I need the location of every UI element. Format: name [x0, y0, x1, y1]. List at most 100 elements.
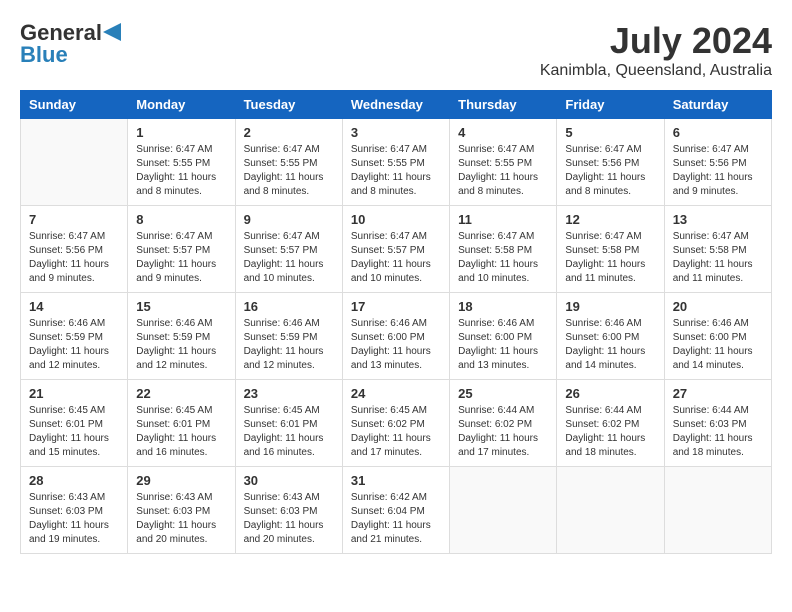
day-number: 1 [136, 125, 226, 140]
day-info: Sunrise: 6:47 AM Sunset: 5:57 PM Dayligh… [351, 230, 441, 286]
logo-arrow-icon [103, 23, 121, 41]
day-info: Sunrise: 6:43 AM Sunset: 6:03 PM Dayligh… [244, 491, 334, 547]
day-number: 28 [29, 473, 119, 488]
daylight-text: Daylight: 11 hours and 11 minutes. [673, 258, 763, 286]
day-info: Sunrise: 6:47 AM Sunset: 5:55 PM Dayligh… [351, 143, 441, 199]
day-number: 29 [136, 473, 226, 488]
sunrise-text: Sunrise: 6:46 AM [458, 317, 548, 331]
sunset-text: Sunset: 5:56 PM [673, 157, 763, 171]
day-info: Sunrise: 6:47 AM Sunset: 5:58 PM Dayligh… [565, 230, 655, 286]
calendar-header-wednesday: Wednesday [342, 91, 449, 119]
day-number: 17 [351, 299, 441, 314]
day-info: Sunrise: 6:46 AM Sunset: 6:00 PM Dayligh… [458, 317, 548, 373]
daylight-text: Daylight: 11 hours and 9 minutes. [673, 171, 763, 199]
calendar-header-tuesday: Tuesday [235, 91, 342, 119]
daylight-text: Daylight: 11 hours and 13 minutes. [458, 345, 548, 373]
sunset-text: Sunset: 5:55 PM [136, 157, 226, 171]
sunset-text: Sunset: 5:55 PM [458, 157, 548, 171]
daylight-text: Daylight: 11 hours and 8 minutes. [565, 171, 655, 199]
sunset-text: Sunset: 5:56 PM [29, 244, 119, 258]
sunrise-text: Sunrise: 6:47 AM [673, 143, 763, 157]
sunset-text: Sunset: 6:02 PM [565, 418, 655, 432]
sunrise-text: Sunrise: 6:47 AM [565, 143, 655, 157]
day-info: Sunrise: 6:47 AM Sunset: 5:55 PM Dayligh… [244, 143, 334, 199]
daylight-text: Daylight: 11 hours and 18 minutes. [565, 432, 655, 460]
daylight-text: Daylight: 11 hours and 9 minutes. [136, 258, 226, 286]
sunset-text: Sunset: 6:03 PM [244, 505, 334, 519]
day-info: Sunrise: 6:46 AM Sunset: 5:59 PM Dayligh… [29, 317, 119, 373]
sunrise-text: Sunrise: 6:46 AM [29, 317, 119, 331]
calendar-week-row-5: 28 Sunrise: 6:43 AM Sunset: 6:03 PM Dayl… [21, 467, 772, 554]
day-info: Sunrise: 6:42 AM Sunset: 6:04 PM Dayligh… [351, 491, 441, 547]
day-number: 2 [244, 125, 334, 140]
sunrise-text: Sunrise: 6:45 AM [136, 404, 226, 418]
sunset-text: Sunset: 6:00 PM [458, 331, 548, 345]
day-number: 24 [351, 386, 441, 401]
day-number: 11 [458, 212, 548, 227]
daylight-text: Daylight: 11 hours and 8 minutes. [351, 171, 441, 199]
day-number: 23 [244, 386, 334, 401]
sunset-text: Sunset: 6:02 PM [351, 418, 441, 432]
daylight-text: Daylight: 11 hours and 12 minutes. [136, 345, 226, 373]
sunrise-text: Sunrise: 6:46 AM [565, 317, 655, 331]
sunrise-text: Sunrise: 6:47 AM [673, 230, 763, 244]
sunrise-text: Sunrise: 6:47 AM [351, 143, 441, 157]
day-info: Sunrise: 6:45 AM Sunset: 6:01 PM Dayligh… [136, 404, 226, 460]
daylight-text: Daylight: 11 hours and 18 minutes. [673, 432, 763, 460]
day-info: Sunrise: 6:44 AM Sunset: 6:02 PM Dayligh… [458, 404, 548, 460]
calendar-week-row-4: 21 Sunrise: 6:45 AM Sunset: 6:01 PM Dayl… [21, 380, 772, 467]
calendar-cell [557, 467, 664, 554]
day-number: 22 [136, 386, 226, 401]
daylight-text: Daylight: 11 hours and 17 minutes. [351, 432, 441, 460]
sunrise-text: Sunrise: 6:43 AM [244, 491, 334, 505]
main-title: July 2024 [540, 20, 772, 62]
calendar-cell: 17 Sunrise: 6:46 AM Sunset: 6:00 PM Dayl… [342, 293, 449, 380]
day-number: 20 [673, 299, 763, 314]
calendar-table: SundayMondayTuesdayWednesdayThursdayFrid… [20, 90, 772, 554]
day-info: Sunrise: 6:46 AM Sunset: 6:00 PM Dayligh… [673, 317, 763, 373]
calendar-week-row-2: 7 Sunrise: 6:47 AM Sunset: 5:56 PM Dayli… [21, 206, 772, 293]
sunrise-text: Sunrise: 6:44 AM [565, 404, 655, 418]
calendar-header-thursday: Thursday [450, 91, 557, 119]
calendar-header-friday: Friday [557, 91, 664, 119]
daylight-text: Daylight: 11 hours and 14 minutes. [673, 345, 763, 373]
day-info: Sunrise: 6:47 AM Sunset: 5:55 PM Dayligh… [136, 143, 226, 199]
day-info: Sunrise: 6:47 AM Sunset: 5:57 PM Dayligh… [136, 230, 226, 286]
sunset-text: Sunset: 5:55 PM [351, 157, 441, 171]
day-number: 5 [565, 125, 655, 140]
daylight-text: Daylight: 11 hours and 16 minutes. [244, 432, 334, 460]
calendar-cell: 8 Sunrise: 6:47 AM Sunset: 5:57 PM Dayli… [128, 206, 235, 293]
sunrise-text: Sunrise: 6:47 AM [458, 143, 548, 157]
sunrise-text: Sunrise: 6:44 AM [673, 404, 763, 418]
sunrise-text: Sunrise: 6:46 AM [244, 317, 334, 331]
daylight-text: Daylight: 11 hours and 8 minutes. [136, 171, 226, 199]
calendar-cell: 4 Sunrise: 6:47 AM Sunset: 5:55 PM Dayli… [450, 119, 557, 206]
sunrise-text: Sunrise: 6:47 AM [136, 143, 226, 157]
day-number: 3 [351, 125, 441, 140]
day-info: Sunrise: 6:45 AM Sunset: 6:01 PM Dayligh… [244, 404, 334, 460]
daylight-text: Daylight: 11 hours and 14 minutes. [565, 345, 655, 373]
calendar-cell: 11 Sunrise: 6:47 AM Sunset: 5:58 PM Dayl… [450, 206, 557, 293]
daylight-text: Daylight: 11 hours and 9 minutes. [29, 258, 119, 286]
day-info: Sunrise: 6:47 AM Sunset: 5:56 PM Dayligh… [29, 230, 119, 286]
day-number: 31 [351, 473, 441, 488]
daylight-text: Daylight: 11 hours and 11 minutes. [565, 258, 655, 286]
calendar-cell: 30 Sunrise: 6:43 AM Sunset: 6:03 PM Dayl… [235, 467, 342, 554]
daylight-text: Daylight: 11 hours and 8 minutes. [458, 171, 548, 199]
day-info: Sunrise: 6:44 AM Sunset: 6:02 PM Dayligh… [565, 404, 655, 460]
day-info: Sunrise: 6:47 AM Sunset: 5:57 PM Dayligh… [244, 230, 334, 286]
sunrise-text: Sunrise: 6:46 AM [351, 317, 441, 331]
day-number: 12 [565, 212, 655, 227]
sunset-text: Sunset: 5:57 PM [351, 244, 441, 258]
calendar-cell: 26 Sunrise: 6:44 AM Sunset: 6:02 PM Dayl… [557, 380, 664, 467]
calendar-cell: 7 Sunrise: 6:47 AM Sunset: 5:56 PM Dayli… [21, 206, 128, 293]
day-info: Sunrise: 6:43 AM Sunset: 6:03 PM Dayligh… [29, 491, 119, 547]
calendar-cell: 29 Sunrise: 6:43 AM Sunset: 6:03 PM Dayl… [128, 467, 235, 554]
day-number: 26 [565, 386, 655, 401]
calendar-cell: 24 Sunrise: 6:45 AM Sunset: 6:02 PM Dayl… [342, 380, 449, 467]
day-info: Sunrise: 6:45 AM Sunset: 6:01 PM Dayligh… [29, 404, 119, 460]
sunrise-text: Sunrise: 6:47 AM [244, 143, 334, 157]
sunrise-text: Sunrise: 6:47 AM [136, 230, 226, 244]
calendar-week-row-1: 1 Sunrise: 6:47 AM Sunset: 5:55 PM Dayli… [21, 119, 772, 206]
sunset-text: Sunset: 5:57 PM [136, 244, 226, 258]
